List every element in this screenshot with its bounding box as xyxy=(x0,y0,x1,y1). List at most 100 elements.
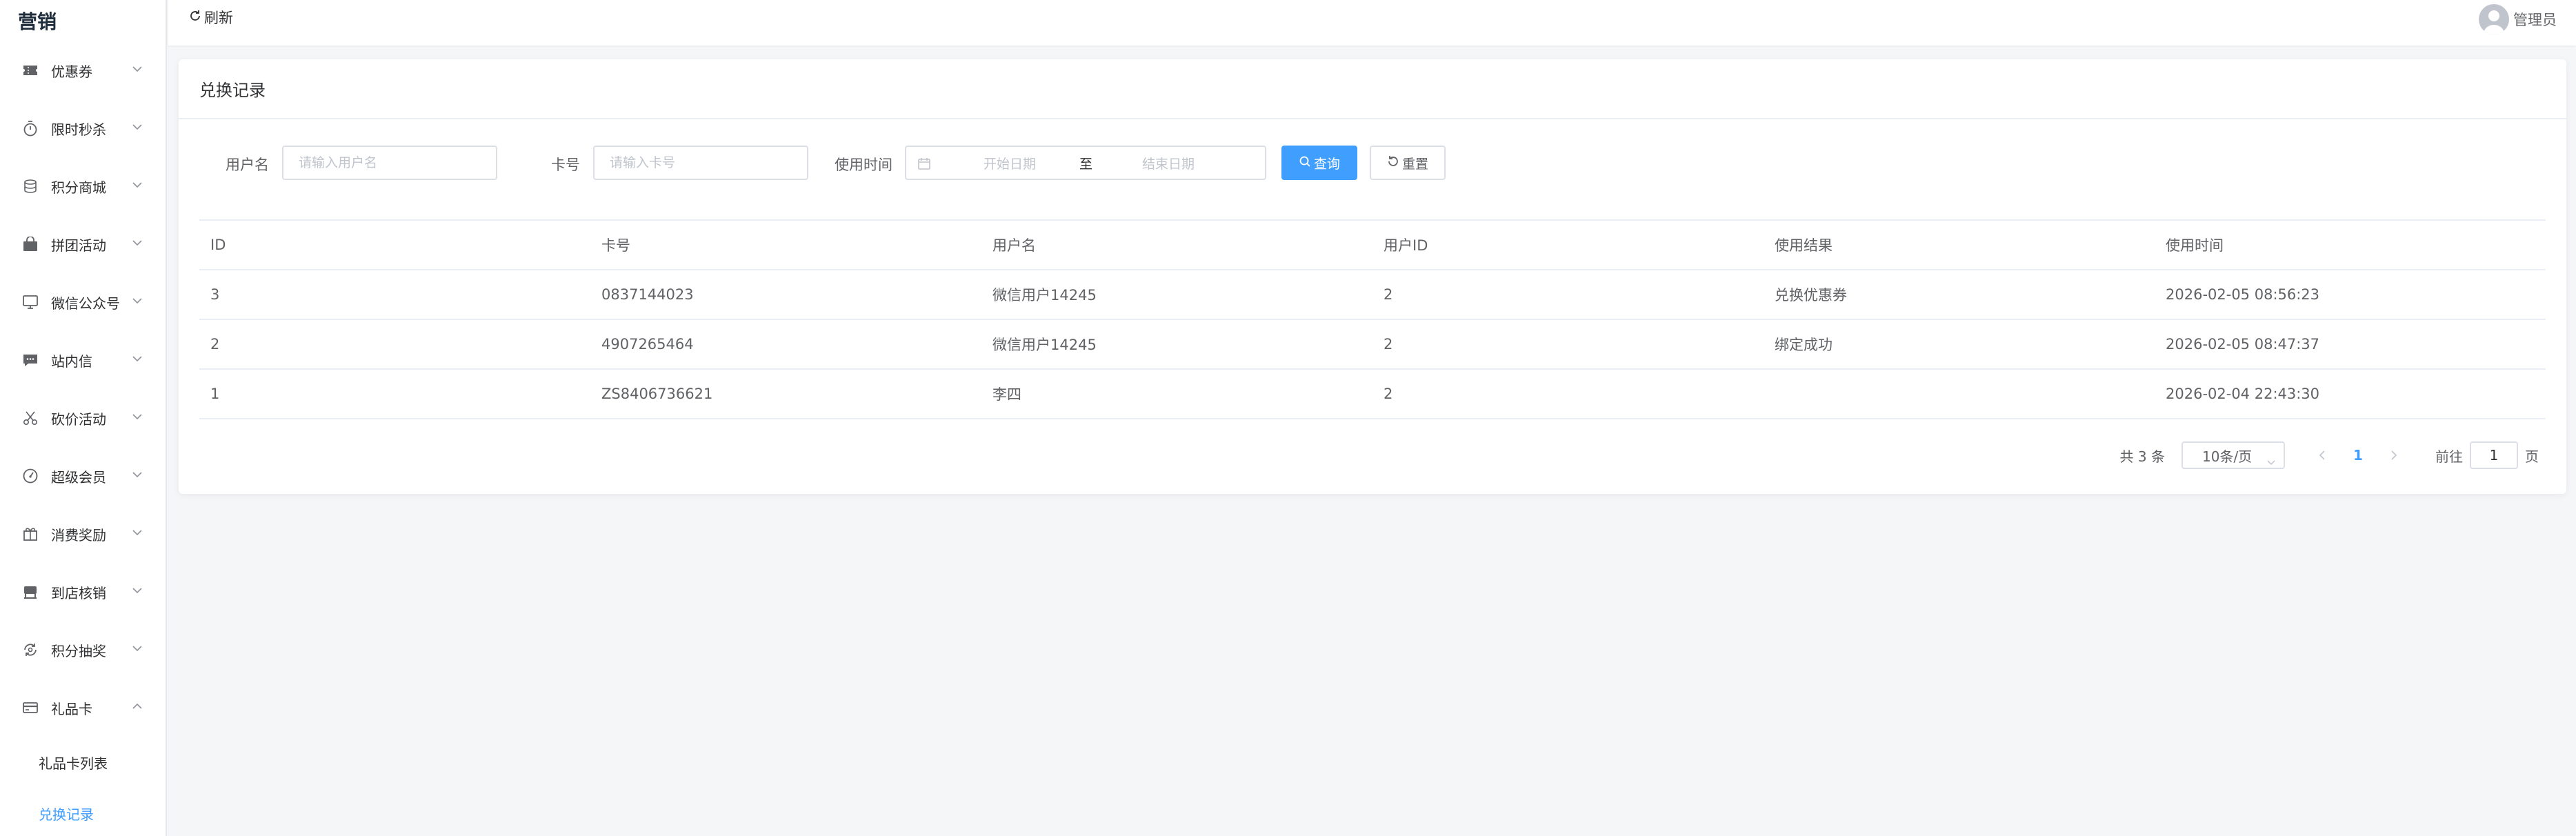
sidebar-item-label: 积分商城 xyxy=(51,179,106,196)
column-header-result[interactable]: 使用结果 xyxy=(1764,235,2155,255)
sidebar-item-store-verify[interactable]: 到店核销 xyxy=(0,563,166,621)
pagination: 共 3 条 10条/页 1 前往 1 页 xyxy=(2120,441,2539,469)
sidebar-item-consume-reward[interactable]: 消费奖励 xyxy=(0,505,166,563)
cell-use-time: 2026-02-05 08:56:23 xyxy=(2166,286,2320,303)
sidebar-item-label: 礼品卡 xyxy=(51,700,92,717)
store-icon xyxy=(21,582,40,601)
column-header-user-id[interactable]: 用户ID xyxy=(1372,235,1764,255)
avatar xyxy=(2479,4,2509,34)
pagination-total: 共 3 条 xyxy=(2119,448,2165,465)
cell-use-time: 2026-02-05 08:47:37 xyxy=(2166,336,2320,352)
page-size-select[interactable]: 10条/页 xyxy=(2181,441,2285,469)
sidebar-item-flash-sale[interactable]: 限时秒杀 xyxy=(0,99,166,157)
chevron-down-icon xyxy=(132,410,142,423)
column-header-card-number[interactable]: 卡号 xyxy=(590,235,981,255)
chevron-down-icon xyxy=(132,352,142,365)
goto-page-input[interactable]: 1 xyxy=(2470,441,2518,469)
sidebar-item-label: 到店核销 xyxy=(51,584,106,601)
table-row[interactable]: 2 4907265464 微信用户14245 2 绑定成功 2026-02-05… xyxy=(199,320,2546,370)
chevron-down-icon xyxy=(132,526,142,539)
sidebar-item-label: 拼团活动 xyxy=(51,237,106,254)
sidebar-item-label: 微信公众号 xyxy=(51,295,120,312)
user-name: 管理员 xyxy=(2513,12,2557,28)
page-size-value: 10条/页 xyxy=(2202,448,2253,465)
calendar-icon xyxy=(917,157,931,173)
sidebar-item-label: 砍价活动 xyxy=(51,410,106,428)
shop-icon xyxy=(21,235,40,254)
sidebar-item-super-member[interactable]: 超级会员 xyxy=(0,447,166,505)
cell-username: 微信用户14245 xyxy=(992,337,1097,353)
chevron-down-icon xyxy=(132,584,142,597)
sidebar-item-label: 超级会员 xyxy=(51,468,106,486)
search-label: 查询 xyxy=(1313,156,1340,172)
chevron-down-icon xyxy=(132,294,142,307)
chevron-down-icon xyxy=(132,178,142,191)
card-number-label: 卡号 xyxy=(551,157,580,173)
sidebar-item-group-buy[interactable]: 拼团活动 xyxy=(0,215,166,273)
search-button[interactable]: 查询 xyxy=(1281,146,1357,180)
card-number-input[interactable] xyxy=(593,146,808,180)
sidebar-item-gift-card[interactable]: 礼品卡 xyxy=(0,679,166,737)
filter-form: 用户名 卡号 使用时间 开始日期 至 结束日期 查询 重置 xyxy=(179,146,2566,181)
chevron-down-icon xyxy=(132,641,142,655)
gift-icon xyxy=(21,524,40,544)
chevron-up-icon xyxy=(132,699,142,713)
refresh-button[interactable]: 刷新 xyxy=(189,7,233,28)
cell-use-time: 2026-02-04 22:43:30 xyxy=(2166,386,2320,402)
column-header-id[interactable]: ID xyxy=(199,237,590,253)
sidebar-item-coupon[interactable]: 优惠券 xyxy=(0,41,166,99)
sidebar-item-label: 优惠券 xyxy=(51,63,92,80)
sidebar: 营销 优惠券 限时秒杀 积分商城 拼团活动 微信公众号 站内信 砍价活动 超级会… xyxy=(0,0,167,836)
start-date-input[interactable]: 开始日期 xyxy=(948,154,1072,172)
reset-label: 重置 xyxy=(1401,156,1428,172)
use-time-label: 使用时间 xyxy=(835,157,892,173)
sidebar-item-points-mall[interactable]: 积分商城 xyxy=(0,157,166,215)
cell-result: 绑定成功 xyxy=(1775,337,1833,353)
goto-suffix: 页 xyxy=(2525,448,2539,465)
cell-user-id: 2 xyxy=(1384,286,1393,303)
cell-card-number: 4907265464 xyxy=(601,336,694,352)
user-menu[interactable]: 管理员 xyxy=(2479,4,2557,34)
sidebar-item-label: 积分抽奖 xyxy=(51,642,106,659)
cell-result: 兑换优惠券 xyxy=(1775,287,1847,303)
end-date-input[interactable]: 结束日期 xyxy=(1106,154,1230,172)
table-header: ID 卡号 用户名 用户ID 使用结果 使用时间 xyxy=(199,221,2546,270)
submenu-item-gift-card-list[interactable]: 礼品卡列表 xyxy=(0,737,166,788)
cell-username: 李四 xyxy=(992,386,1021,403)
username-label: 用户名 xyxy=(226,157,269,173)
sidebar-item-bargain[interactable]: 砍价活动 xyxy=(0,389,166,447)
page-title: 兑换记录 xyxy=(179,59,2566,119)
records-table: ID 卡号 用户名 用户ID 使用结果 使用时间 3 0837144023 微信… xyxy=(199,219,2546,419)
prev-page-button[interactable] xyxy=(2308,450,2336,460)
stopwatch-icon xyxy=(21,119,40,138)
card-icon xyxy=(21,698,40,717)
topbar: 刷新 管理员 xyxy=(168,0,2576,46)
cell-username: 微信用户14245 xyxy=(992,287,1097,303)
cell-id: 1 xyxy=(210,386,220,402)
chevron-down-icon xyxy=(132,236,142,249)
column-header-username[interactable]: 用户名 xyxy=(981,235,1372,255)
sidebar-item-wechat-official[interactable]: 微信公众号 xyxy=(0,273,166,331)
sidebar-item-points-lottery[interactable]: 积分抽奖 xyxy=(0,621,166,679)
next-page-button[interactable] xyxy=(2380,450,2408,460)
search-icon xyxy=(1299,155,1314,171)
sidebar-item-label: 站内信 xyxy=(51,352,92,370)
username-input[interactable] xyxy=(282,146,497,180)
table-row[interactable]: 1 ZS8406736621 李四 2 2026-02-04 22:43:30 xyxy=(199,370,2546,419)
cell-card-number: 0837144023 xyxy=(601,286,694,303)
coins-icon xyxy=(21,177,40,196)
sidebar-item-site-message[interactable]: 站内信 xyxy=(0,331,166,389)
page-number-current[interactable]: 1 xyxy=(2346,447,2370,464)
column-header-use-time[interactable]: 使用时间 xyxy=(2155,235,2546,255)
cell-id: 2 xyxy=(210,336,220,352)
sidebar-item-label: 限时秒杀 xyxy=(51,121,106,138)
refresh-icon xyxy=(189,9,204,26)
reset-icon xyxy=(1387,155,1402,171)
chevron-down-icon xyxy=(2267,452,2275,469)
submenu-item-redemption-records[interactable]: 兑换记录 xyxy=(0,788,166,836)
ticket-icon xyxy=(21,61,40,80)
chevron-down-icon xyxy=(132,120,142,133)
reset-button[interactable]: 重置 xyxy=(1370,146,1446,180)
date-range-picker[interactable]: 开始日期 至 结束日期 xyxy=(905,146,1266,180)
table-row[interactable]: 3 0837144023 微信用户14245 2 兑换优惠券 2026-02-0… xyxy=(199,270,2546,320)
